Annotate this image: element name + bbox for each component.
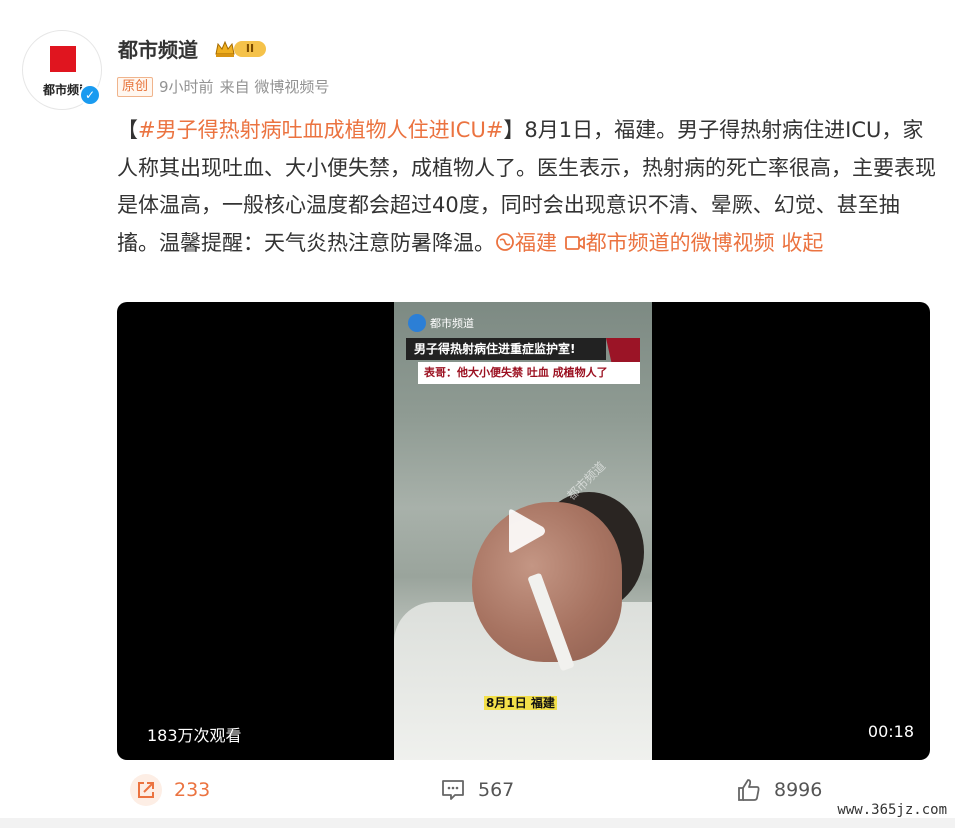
post-time[interactable]: 9小时前 <box>159 76 214 97</box>
location-label: 福建 <box>515 230 557 255</box>
like-button[interactable]: 8996 <box>736 770 822 810</box>
view-count: 183万次观看 <box>147 726 242 745</box>
repost-button[interactable]: 233 <box>130 770 210 810</box>
account-name[interactable]: 都市频道 <box>118 34 198 63</box>
repost-count: 233 <box>174 779 211 801</box>
thumbs-up-icon <box>738 779 760 801</box>
comment-button[interactable]: 567 <box>440 770 514 810</box>
red-square-logo-icon <box>50 46 76 72</box>
date-caption: 8月1日 福建 <box>484 694 557 711</box>
comment-count: 567 <box>478 779 515 801</box>
comment-icon <box>442 780 464 800</box>
site-watermark: www.365jz.com <box>837 802 947 818</box>
location-link[interactable]: 福建 <box>495 231 557 255</box>
play-icon[interactable] <box>499 506 549 556</box>
video-link-label: 都市频道的微博视频 <box>585 230 775 255</box>
repost-icon <box>138 782 154 798</box>
video-duration: 00:18 <box>867 722 914 741</box>
action-bar: 233 567 8996 <box>0 770 955 810</box>
weibo-post-card: 都市频i ✓ 都市频道 II 原创 9小时前 来自 微博视频号 【#男子得热射病… <box>0 0 955 820</box>
collapse-link[interactable]: 收起 <box>781 231 823 255</box>
channel-logo-icon <box>408 314 426 332</box>
footer-divider <box>0 818 955 828</box>
date-caption-text: 8月1日 福建 <box>484 696 557 710</box>
video-camera-icon <box>564 235 585 250</box>
video-subline: 表哥：他大小便失禁 吐血 成植物人了 <box>418 362 640 384</box>
post-content: 【#男子得热射病吐血成植物人住进ICU#】8月1日，福建。男子得热射病住进ICU… <box>117 112 937 262</box>
overlay-logo-text: 都市频道 <box>430 317 474 330</box>
overlay-logo: 都市频道 <box>408 314 474 332</box>
like-count: 8996 <box>774 779 823 801</box>
video-link[interactable]: 都市频道的微博视频 <box>564 231 775 255</box>
bracket-close: 】 <box>503 118 525 142</box>
location-icon <box>496 232 514 251</box>
crown-icon <box>215 40 235 57</box>
video-player[interactable]: 都市频道 男子得热射病住进重症监护室! 表哥：他大小便失禁 吐血 成植物人了 都… <box>117 302 930 760</box>
post-meta: 原创 9小时前 来自 微博视频号 <box>117 76 329 97</box>
verified-check-icon: ✓ <box>79 84 101 106</box>
video-headline: 男子得热射病住进重症监护室! <box>406 338 606 360</box>
repost-icon-wrap <box>130 774 162 806</box>
level-badge: II <box>234 41 266 57</box>
hashtag-link[interactable]: #男子得热射病吐血成植物人住进ICU# <box>138 118 503 142</box>
post-source: 来自 微博视频号 <box>219 78 330 96</box>
vip-badge[interactable]: II <box>214 38 268 60</box>
original-tag: 原创 <box>117 76 154 97</box>
bracket-open: 【 <box>117 118 138 142</box>
